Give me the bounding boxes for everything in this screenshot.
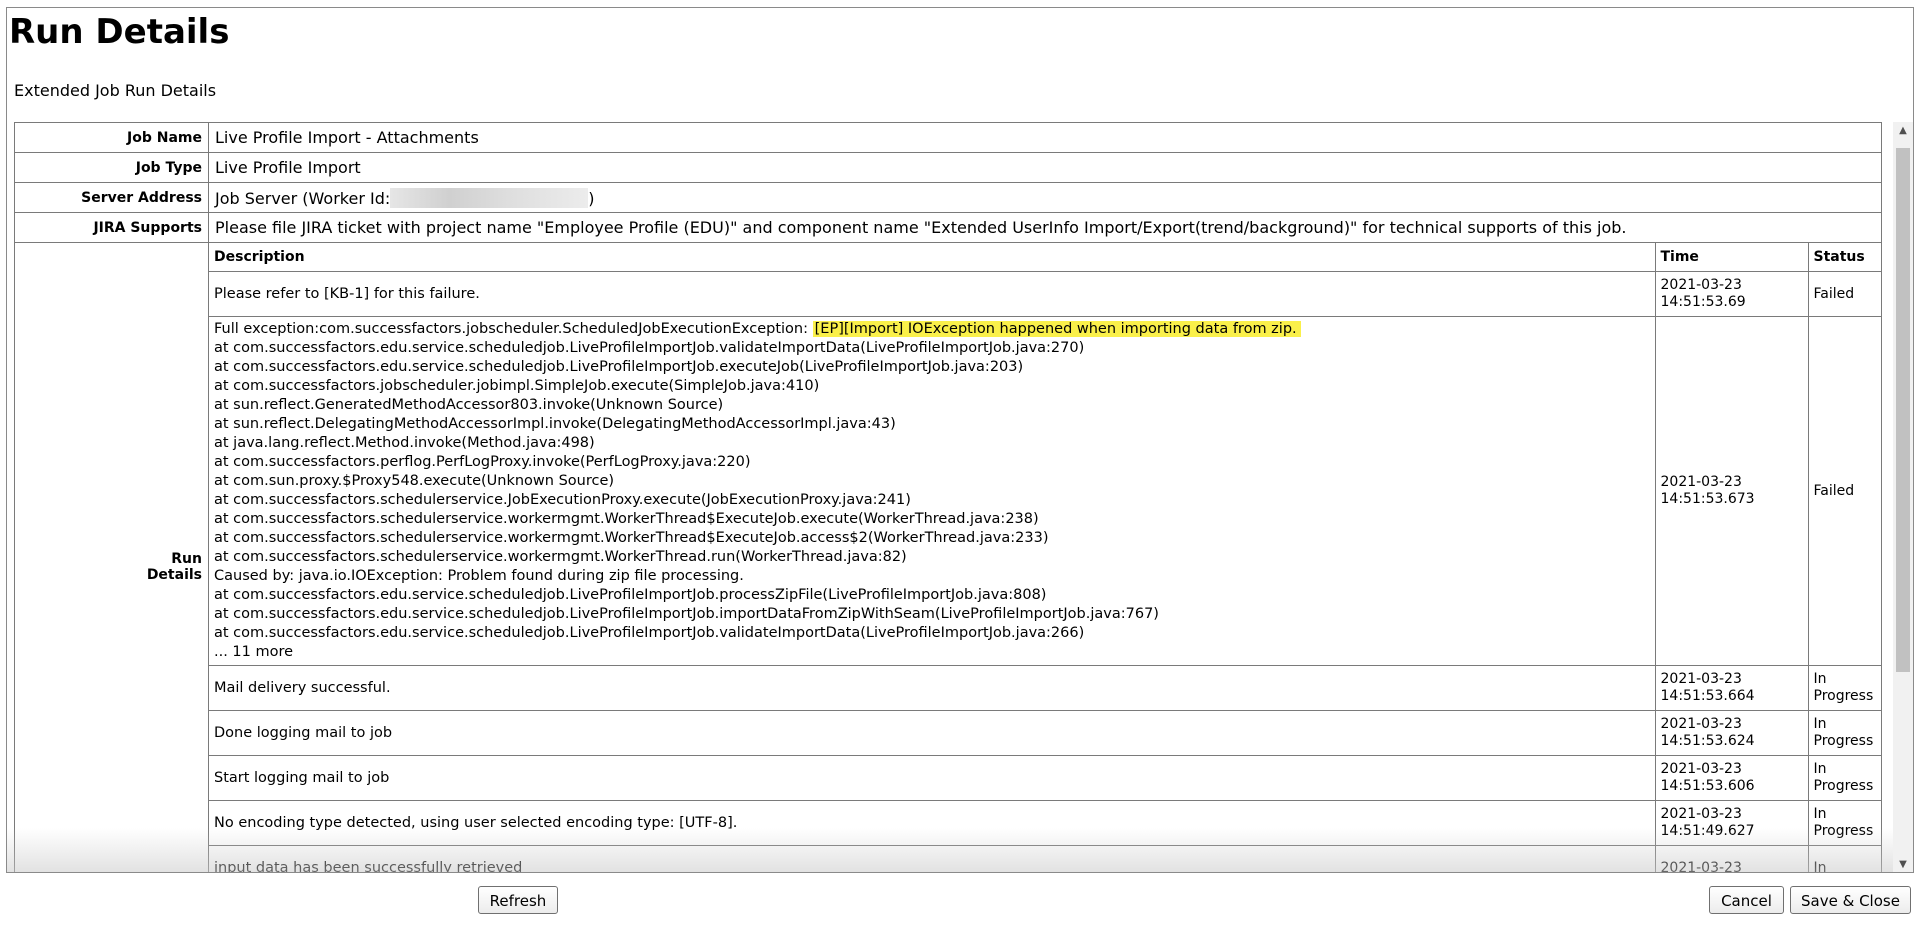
row-status: Failed bbox=[1807, 271, 1881, 317]
stack-trace-line: at com.successfactors.edu.service.schedu… bbox=[214, 625, 1085, 641]
row-status: In Progress bbox=[1807, 710, 1881, 756]
details-scroll-area[interactable]: Job Name Live Profile Import - Attachmen… bbox=[14, 122, 1882, 872]
row-description: input data has been successfully retriev… bbox=[209, 845, 1656, 872]
triangle-up-icon[interactable]: ▲ bbox=[1893, 122, 1913, 140]
job-name-value: Live Profile Import - Attachments bbox=[208, 122, 1882, 153]
stack-trace-line: at com.successfactors.schedulerservice.w… bbox=[214, 549, 907, 565]
stack-trace-line: at com.successfactors.edu.service.schedu… bbox=[214, 587, 1047, 603]
stack-trace-line: at sun.reflect.GeneratedMethodAccessor80… bbox=[214, 397, 724, 413]
stack-trace-line: at com.sun.proxy.$Proxy548.execute(Unkno… bbox=[214, 473, 615, 489]
row-status: In Progress bbox=[1807, 800, 1881, 846]
run-details-label: Run Details bbox=[14, 242, 209, 872]
jira-value: Please file JIRA ticket with project nam… bbox=[208, 212, 1882, 243]
runs-header-row: Description Time Status bbox=[209, 243, 1881, 272]
runs-cell: Description Time Status Please refer to … bbox=[208, 242, 1882, 872]
row-time: 2021-03-23 14:51:53.664 bbox=[1654, 665, 1809, 711]
time-header: Time bbox=[1654, 243, 1809, 272]
vertical-scrollbar[interactable]: ▲ ▼ bbox=[1893, 122, 1913, 872]
run-details-row: Run Details Description Time Status Plea… bbox=[14, 242, 1882, 872]
exception-highlight: [EP][Import] IOException happened when i… bbox=[812, 321, 1301, 337]
stack-trace-line: at sun.reflect.DelegatingMethodAccessorI… bbox=[214, 416, 896, 432]
stack-trace-line: at com.successfactors.schedulerservice.J… bbox=[214, 492, 911, 508]
stack-trace-line: at com.successfactors.edu.service.schedu… bbox=[214, 340, 1085, 356]
row-description: No encoding type detected, using user se… bbox=[209, 800, 1656, 846]
cancel-button[interactable]: Cancel bbox=[1709, 886, 1784, 914]
stack-trace-line: at com.successfactors.jobscheduler.jobim… bbox=[214, 378, 820, 394]
jira-row: JIRA Supports Please file JIRA ticket wi… bbox=[14, 212, 1882, 243]
row-status: In Progress bbox=[1807, 755, 1881, 801]
row-description: Start logging mail to job bbox=[209, 755, 1656, 801]
stack-trace-line: ... 11 more bbox=[214, 644, 294, 660]
runs-table: Description Time Status Please refer to … bbox=[209, 243, 1881, 872]
stack-trace-line: at com.successfactors.edu.service.schedu… bbox=[214, 359, 1024, 375]
table-row: input data has been successfully retriev… bbox=[209, 845, 1881, 872]
table-row: No encoding type detected, using user se… bbox=[209, 800, 1881, 846]
exception-first-line: Full exception:com.successfactors.jobsch… bbox=[214, 320, 1650, 339]
server-address-label: Server Address bbox=[14, 182, 209, 213]
row-description: Mail delivery successful. bbox=[209, 665, 1656, 711]
server-address-prefix: Job Server (Worker Id: bbox=[215, 188, 391, 208]
jira-label: JIRA Supports bbox=[14, 212, 209, 243]
row-time: 2021-03-23 14:51:53.673 bbox=[1654, 316, 1809, 666]
run-details-dialog: Run Details Extended Job Run Details Job… bbox=[6, 7, 1914, 873]
table-row: Done logging mail to job 2021-03-23 14:51… bbox=[209, 710, 1881, 756]
refresh-button[interactable]: Refresh bbox=[478, 886, 558, 914]
save-close-button[interactable]: Save & Close bbox=[1790, 886, 1911, 914]
row-status: In Progress bbox=[1807, 665, 1881, 711]
row-time: 2021-03-23 14:51:53.69 bbox=[1654, 271, 1809, 317]
page-subtitle: Extended Job Run Details bbox=[14, 81, 217, 100]
row-time: 2021-03-23 bbox=[1654, 845, 1809, 872]
row-time: 2021-03-23 14:51:49.627 bbox=[1654, 800, 1809, 846]
table-row: Full exception:com.successfactors.jobsch… bbox=[209, 316, 1881, 666]
table-row: Start logging mail to job 2021-03-23 14:5… bbox=[209, 755, 1881, 801]
stack-trace: at com.successfactors.edu.service.schedu… bbox=[214, 339, 1650, 662]
row-description: Done logging mail to job bbox=[209, 710, 1656, 756]
job-type-label: Job Type bbox=[14, 152, 209, 183]
stack-trace-line: at com.successfactors.perflog.PerfLogPro… bbox=[214, 454, 751, 470]
stack-trace-line: at com.successfactors.schedulerservice.w… bbox=[214, 511, 1039, 527]
stack-trace-line: at com.successfactors.schedulerservice.w… bbox=[214, 530, 1049, 546]
row-description-exception: Full exception:com.successfactors.jobsch… bbox=[209, 316, 1656, 666]
scrollbar-thumb[interactable] bbox=[1896, 148, 1910, 672]
row-time: 2021-03-23 14:51:53.606 bbox=[1654, 755, 1809, 801]
row-status: In bbox=[1807, 845, 1881, 872]
status-header: Status bbox=[1807, 243, 1881, 272]
job-type-row: Job Type Live Profile Import bbox=[14, 152, 1882, 183]
page-title: Run Details bbox=[9, 12, 230, 52]
stack-trace-line: at java.lang.reflect.Method.invoke(Metho… bbox=[214, 435, 595, 451]
triangle-down-icon[interactable]: ▼ bbox=[1893, 856, 1913, 872]
row-status: Failed bbox=[1807, 316, 1881, 666]
server-address-suffix: ) bbox=[588, 188, 595, 208]
row-description: Please refer to [KB-1] for this failure. bbox=[209, 271, 1656, 317]
description-header: Description bbox=[209, 243, 1656, 272]
stack-trace-line: at com.successfactors.edu.service.schedu… bbox=[214, 606, 1159, 622]
table-row: Mail delivery successful. 2021-03-23 14:5… bbox=[209, 665, 1881, 711]
stack-trace-line: Caused by: java.io.IOException: Problem … bbox=[214, 568, 744, 584]
job-type-value: Live Profile Import bbox=[208, 152, 1882, 183]
details-table: Job Name Live Profile Import - Attachmen… bbox=[14, 122, 1882, 872]
row-time: 2021-03-23 14:51:53.624 bbox=[1654, 710, 1809, 756]
server-address-row: Server Address Job Server (Worker Id:) bbox=[14, 182, 1882, 213]
redacted-worker-id bbox=[390, 187, 589, 208]
table-row: Please refer to [KB-1] for this failure.… bbox=[209, 271, 1881, 317]
server-address-value: Job Server (Worker Id:) bbox=[208, 182, 1882, 213]
job-name-row: Job Name Live Profile Import - Attachmen… bbox=[14, 122, 1882, 153]
job-name-label: Job Name bbox=[14, 122, 209, 153]
